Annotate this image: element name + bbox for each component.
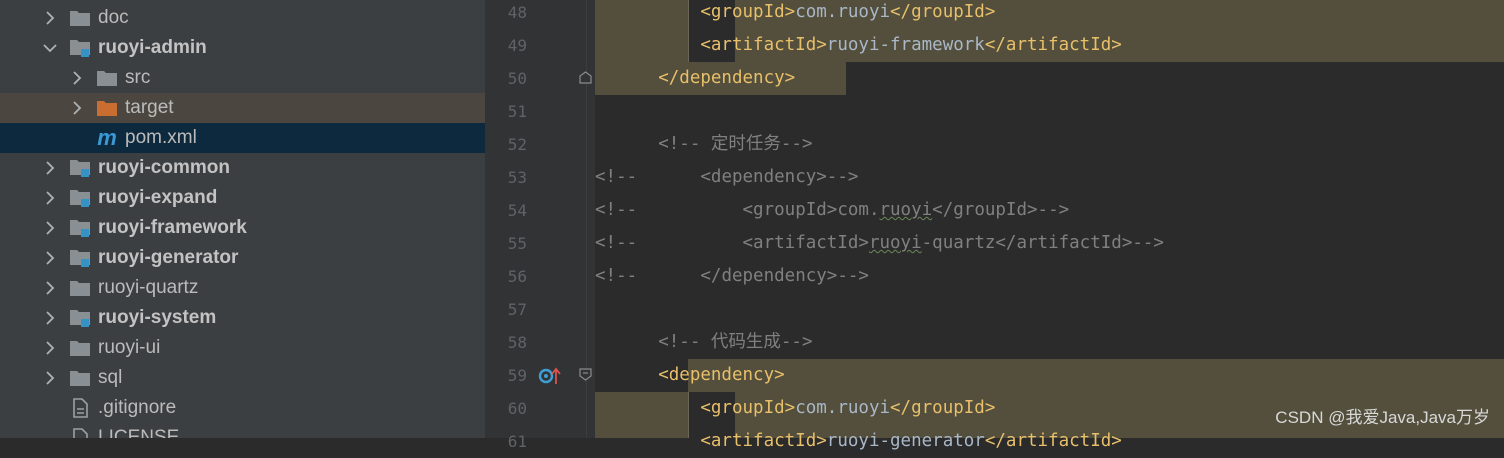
- folder-icon: [69, 3, 91, 33]
- tree-item-label: sql: [98, 367, 123, 388]
- tree-item-label: doc: [98, 7, 129, 28]
- tree-item-label: ruoyi-system: [98, 307, 217, 328]
- code-line-55: <!-- <artifactId>ruoyi-quartz</artifactI…: [595, 233, 1164, 253]
- chevron-right-icon[interactable]: [43, 333, 57, 363]
- chevron-right-icon[interactable]: [70, 93, 84, 123]
- line-number: 50: [507, 69, 527, 88]
- line-number: 61: [507, 432, 527, 451]
- tree-item-label: .gitignore: [98, 397, 177, 418]
- tree-item-label: ruoyi-common: [98, 157, 230, 178]
- tree-item-sql[interactable]: sql: [0, 363, 485, 393]
- folder-icon: [69, 333, 91, 363]
- fold-end-icon[interactable]: [579, 71, 592, 84]
- line-number: 49: [507, 36, 527, 55]
- chevron-right-icon[interactable]: [43, 213, 57, 243]
- tree-item-ruoyi-system[interactable]: ruoyi-system: [0, 303, 485, 333]
- tree-item-label: target: [125, 97, 174, 118]
- module-folder-icon: [69, 303, 91, 333]
- code-line-50: </dependency>: [658, 68, 796, 88]
- excluded-folder-icon: [96, 93, 118, 123]
- tree-item-src[interactable]: src: [0, 63, 485, 93]
- tree-item-label: ruoyi-quartz: [98, 277, 199, 298]
- chevron-right-icon[interactable]: [43, 303, 57, 333]
- code-line-53: <!-- <dependency>-->: [595, 167, 859, 187]
- tree-item-label: ruoyi-expand: [98, 187, 218, 208]
- tree-item-ruoyi-ui[interactable]: ruoyi-ui: [0, 333, 485, 363]
- file-icon: [69, 423, 91, 438]
- module-folder-icon: [69, 213, 91, 243]
- fold-start-icon[interactable]: [579, 368, 592, 381]
- line-number: 51: [507, 102, 527, 121]
- code-line-49: <artifactId>ruoyi-framework</artifactId>: [700, 35, 1122, 55]
- tree-item-label: LICENSE: [98, 427, 180, 438]
- tree-item-label: ruoyi-framework: [98, 217, 247, 238]
- line-number: 55: [507, 234, 527, 253]
- maven-icon: m: [97, 125, 117, 150]
- chevron-right-icon[interactable]: [43, 243, 57, 273]
- chevron-right-icon[interactable]: [43, 363, 57, 393]
- code-line-60: <groupId>com.ruoyi</groupId>: [700, 398, 996, 418]
- tree-item-label: src: [125, 67, 151, 88]
- chevron-right-icon[interactable]: [43, 153, 57, 183]
- tree-item-ruoyi-admin[interactable]: ruoyi-admin: [0, 33, 485, 63]
- tree-item-ruoyi-quartz[interactable]: ruoyi-quartz: [0, 273, 485, 303]
- watermark: CSDN @我爱Java,Java万岁: [1275, 408, 1490, 427]
- file-icon: [69, 393, 91, 423]
- tree-item-target[interactable]: target: [0, 93, 485, 123]
- chevron-right-icon[interactable]: [43, 183, 57, 213]
- tree-item-ruoyi-common[interactable]: ruoyi-common: [0, 153, 485, 183]
- code-line-52: <!-- 定时任务-->: [658, 134, 813, 154]
- tree-item-label: ruoyi-admin: [98, 37, 207, 58]
- line-number: 57: [507, 300, 527, 319]
- module-folder-icon: [69, 153, 91, 183]
- line-number: 58: [507, 333, 527, 352]
- tree-item-ruoyi-expand[interactable]: ruoyi-expand: [0, 183, 485, 213]
- code-line-54: <!-- <groupId>com.ruoyi</groupId>-->: [595, 200, 1070, 220]
- line-number: 60: [507, 399, 527, 418]
- module-folder-icon: [69, 183, 91, 213]
- module-folder-icon: [69, 243, 91, 273]
- chevron-right-icon[interactable]: [43, 273, 57, 303]
- tree-item-label: pom.xml: [125, 127, 197, 148]
- overrides-icon[interactable]: [538, 366, 562, 386]
- line-number: 54: [507, 201, 527, 220]
- tree-item-license[interactable]: LICENSE: [0, 423, 485, 438]
- tree-item-label: ruoyi-generator: [98, 247, 239, 268]
- line-number: 53: [507, 168, 527, 187]
- line-number: 48: [507, 3, 527, 22]
- code-line-48: <groupId>com.ruoyi</groupId>: [700, 2, 996, 22]
- tree-item-pom-xml[interactable]: m pom.xml: [0, 123, 485, 153]
- tree-item-ruoyi-framework[interactable]: ruoyi-framework: [0, 213, 485, 243]
- line-number: 52: [507, 135, 527, 154]
- folder-icon: [96, 63, 118, 93]
- tree-item-doc[interactable]: doc: [0, 3, 485, 33]
- code-line-59: <dependency>: [658, 365, 785, 385]
- chevron-down-icon[interactable]: [43, 33, 57, 63]
- code-line-56: <!-- </dependency>-->: [595, 266, 869, 286]
- code-line-61: <artifactId>ruoyi-generator</artifactId>: [700, 431, 1122, 451]
- chevron-right-icon[interactable]: [43, 3, 57, 33]
- project-tree: doc ruoyi-admin src target m pom.xml ruo…: [0, 0, 485, 438]
- line-number: 56: [507, 267, 527, 286]
- module-folder-icon: [69, 33, 91, 63]
- chevron-right-icon[interactable]: [70, 63, 84, 93]
- code-line-58: <!-- 代码生成-->: [658, 332, 813, 352]
- folder-icon: [69, 273, 91, 303]
- tree-item-gitignore[interactable]: .gitignore: [0, 393, 485, 423]
- line-number: 59: [507, 366, 527, 385]
- tree-item-label: ruoyi-ui: [98, 337, 161, 358]
- folder-icon: [69, 363, 91, 393]
- tree-item-ruoyi-generator[interactable]: ruoyi-generator: [0, 243, 485, 273]
